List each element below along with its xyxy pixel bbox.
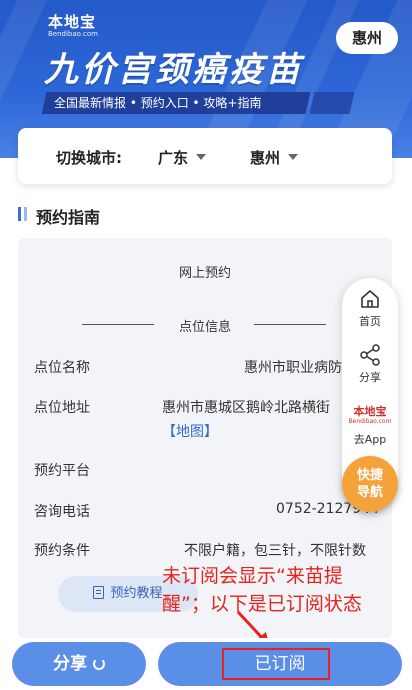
city-value: 惠州 bbox=[250, 149, 281, 167]
side-home-button[interactable]: 首页 bbox=[342, 288, 398, 329]
side-home-label: 首页 bbox=[359, 315, 381, 328]
conditions-label: 预约条件 bbox=[34, 543, 90, 559]
quick-nav-line1: 快捷 bbox=[356, 468, 383, 483]
subscribe-button[interactable]: 已订阅 bbox=[158, 642, 402, 686]
chevron-down-icon bbox=[288, 154, 299, 160]
share-icon bbox=[360, 344, 380, 366]
side-share-label: 分享 bbox=[359, 371, 381, 384]
province-value: 广东 bbox=[158, 149, 189, 167]
location-address-value: 惠州市惠城区鹅岭北路横街 bbox=[162, 400, 330, 416]
annotation-note: 未订阅会显示“来苗提 醒”；以下是已订阅状态 bbox=[162, 562, 398, 618]
map-link[interactable]: 【地图】 bbox=[162, 421, 218, 441]
tutorial-label: 预约教程 bbox=[110, 586, 163, 601]
booking-mode: 网上预约 bbox=[178, 266, 231, 281]
home-icon bbox=[361, 290, 379, 308]
chevron-down-icon bbox=[196, 154, 207, 160]
app-logo-domain: Bendibao.com bbox=[348, 418, 392, 425]
annotation-line1: 未订阅会显示“来苗提 bbox=[162, 565, 343, 587]
refresh-icon bbox=[93, 658, 105, 670]
switcher-label: 切换城市: bbox=[56, 149, 122, 167]
annotation-highlight-box bbox=[222, 648, 330, 680]
side-app-button[interactable]: 本地宝 Bendibao.com 去App bbox=[342, 406, 398, 447]
bottom-action-bar: 分享 已订阅 bbox=[0, 638, 412, 690]
location-name-value: 惠州市职业病防 bbox=[244, 360, 342, 376]
location-name-label: 点位名称 bbox=[34, 360, 90, 376]
city-switcher-card: 切换城市: 广东 惠州 bbox=[18, 128, 392, 184]
section-marker-light bbox=[24, 207, 27, 221]
quick-nav-button[interactable]: 快捷 导航 bbox=[342, 456, 398, 512]
location-address-label: 点位地址 bbox=[34, 400, 90, 416]
logo-domain: Bendibao.com bbox=[48, 30, 99, 38]
platform-label: 预约平台 bbox=[34, 463, 90, 479]
banner-subtitle: 全国最新情报 • 预约入口 • 攻略+指南 bbox=[54, 96, 262, 110]
side-share-button[interactable]: 分享 bbox=[342, 344, 398, 385]
phone-label: 咨询电话 bbox=[34, 504, 90, 520]
page-title: 九价宫颈癌疫苗 bbox=[44, 50, 303, 90]
conditions-value: 不限户籍，包三针，不限针数 bbox=[184, 543, 366, 559]
share-button-label: 分享 bbox=[53, 654, 87, 674]
document-icon bbox=[93, 586, 105, 599]
app-logo-icon: 本地宝 bbox=[353, 405, 387, 418]
divider-title: 点位信息 bbox=[178, 320, 231, 335]
section-title: 预约指南 bbox=[36, 208, 101, 227]
section-marker bbox=[18, 207, 21, 221]
quick-nav-line2: 导航 bbox=[356, 485, 383, 500]
banner-subtitle-strip: 全国最新情报 • 预约入口 • 攻略+指南 bbox=[41, 92, 311, 114]
divider-line-right bbox=[254, 324, 326, 325]
annotation-line2: 醒”；以下是已订阅状态 bbox=[162, 593, 362, 615]
side-app-label: 去App bbox=[353, 433, 387, 446]
location-divider: 点位信息 bbox=[18, 316, 392, 335]
province-select[interactable]: 广东 bbox=[158, 147, 207, 168]
city-select[interactable]: 惠州 bbox=[250, 147, 299, 168]
bendibao-logo: 本地宝 Bendibao.com bbox=[48, 14, 98, 38]
city-button[interactable]: 惠州 bbox=[336, 22, 398, 54]
banner-subtitle-tail bbox=[309, 92, 355, 114]
logo-text: 本地宝 bbox=[48, 13, 97, 31]
share-button[interactable]: 分享 bbox=[12, 642, 146, 686]
